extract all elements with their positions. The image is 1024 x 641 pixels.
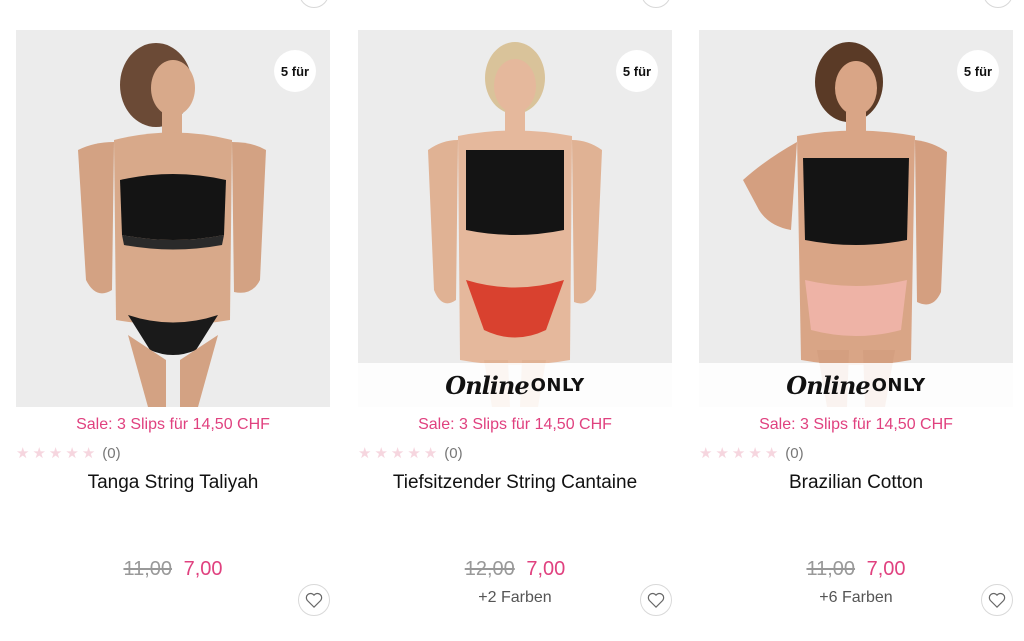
rating: ★ ★ ★ ★ ★ (0) [699, 444, 1013, 462]
new-price: 7,00 [183, 558, 223, 580]
product-title[interactable]: Brazilian Cotton [699, 472, 1013, 496]
wishlist-button[interactable] [981, 584, 1013, 616]
top-garment [120, 174, 226, 240]
previous-heart-button[interactable] [299, 0, 329, 8]
online-only-script: Online [786, 370, 870, 400]
previous-heart-button[interactable] [983, 0, 1013, 8]
rating-count: (0) [444, 444, 463, 462]
star-icon: ★ [48, 444, 63, 462]
product-image[interactable]: 5 für Online ONLY [358, 30, 672, 407]
online-only-banner: Online ONLY [699, 363, 1013, 407]
previous-row-remnant [0, 0, 1024, 8]
multi-buy-badge: 5 für [957, 50, 999, 92]
old-price: 11,00 [806, 558, 856, 580]
heart-icon [305, 592, 323, 608]
product-card[interactable]: 5 für Online ONLY Sale: 3 Slips für 14,5… [358, 30, 672, 641]
heart-icon [988, 592, 1006, 608]
star-icon: ★ [748, 444, 762, 462]
heart-icon [647, 592, 665, 608]
product-card[interactable]: 5 für Sale: 3 Slips für 14,50 CHF ★ ★ ★ … [16, 30, 330, 641]
online-only-script: Online [445, 370, 529, 400]
product-card[interactable]: 5 für Online ONLY Sale: 3 Slips für 14,5… [699, 30, 1013, 641]
online-only-label: ONLY [530, 374, 585, 396]
previous-heart-button[interactable] [641, 0, 671, 8]
star-icon: ★ [358, 444, 372, 462]
new-price: 7,00 [526, 558, 566, 580]
multi-buy-badge: 5 für [274, 50, 316, 92]
product-image[interactable]: 5 für Online ONLY [699, 30, 1013, 407]
star-icon: ★ [731, 444, 746, 462]
old-price: 11,00 [123, 558, 173, 580]
rating: ★ ★ ★ ★ ★ (0) [16, 444, 330, 462]
product-grid: 5 für Sale: 3 Slips für 14,50 CHF ★ ★ ★ … [16, 30, 1016, 641]
star-icon: ★ [764, 444, 779, 462]
sale-text: Sale: 3 Slips für 14,50 CHF [76, 416, 270, 433]
rating: ★ ★ ★ ★ ★ (0) [358, 444, 672, 462]
online-only-banner: Online ONLY [358, 363, 672, 407]
sale-text: Sale: 3 Slips für 14,50 CHF [418, 416, 612, 433]
star-icon: ★ [699, 444, 713, 462]
star-icon: ★ [407, 444, 421, 462]
top-garment [803, 158, 909, 245]
star-icon: ★ [423, 444, 438, 462]
price: 12,00 7,00 [358, 558, 672, 581]
product-title[interactable]: Tanga String Taliyah [16, 472, 330, 496]
price: 11,00 7,00 [699, 558, 1013, 581]
star-icon: ★ [65, 444, 79, 462]
sale-text: Sale: 3 Slips für 14,50 CHF [759, 416, 953, 433]
color-count[interactable]: +2 Farben [358, 589, 672, 607]
wishlist-button[interactable] [640, 584, 672, 616]
online-only-label: ONLY [871, 374, 926, 396]
top-garment [466, 150, 564, 235]
rating-count: (0) [102, 444, 121, 462]
star-icon: ★ [390, 444, 405, 462]
price: 11,00 7,00 [16, 558, 330, 581]
new-price: 7,00 [866, 558, 906, 580]
multi-buy-badge: 5 für [616, 50, 658, 92]
rating-count: (0) [785, 444, 804, 462]
star-icon: ★ [374, 444, 388, 462]
star-icon: ★ [16, 444, 30, 462]
color-count[interactable]: +6 Farben [699, 589, 1013, 607]
star-icon: ★ [715, 444, 729, 462]
star-icon: ★ [32, 444, 46, 462]
product-image[interactable]: 5 für [16, 30, 330, 407]
product-title[interactable]: Tiefsitzender String Cantaine [358, 472, 672, 496]
old-price: 12,00 [464, 558, 515, 580]
wishlist-button[interactable] [298, 584, 330, 616]
star-icon: ★ [81, 444, 96, 462]
